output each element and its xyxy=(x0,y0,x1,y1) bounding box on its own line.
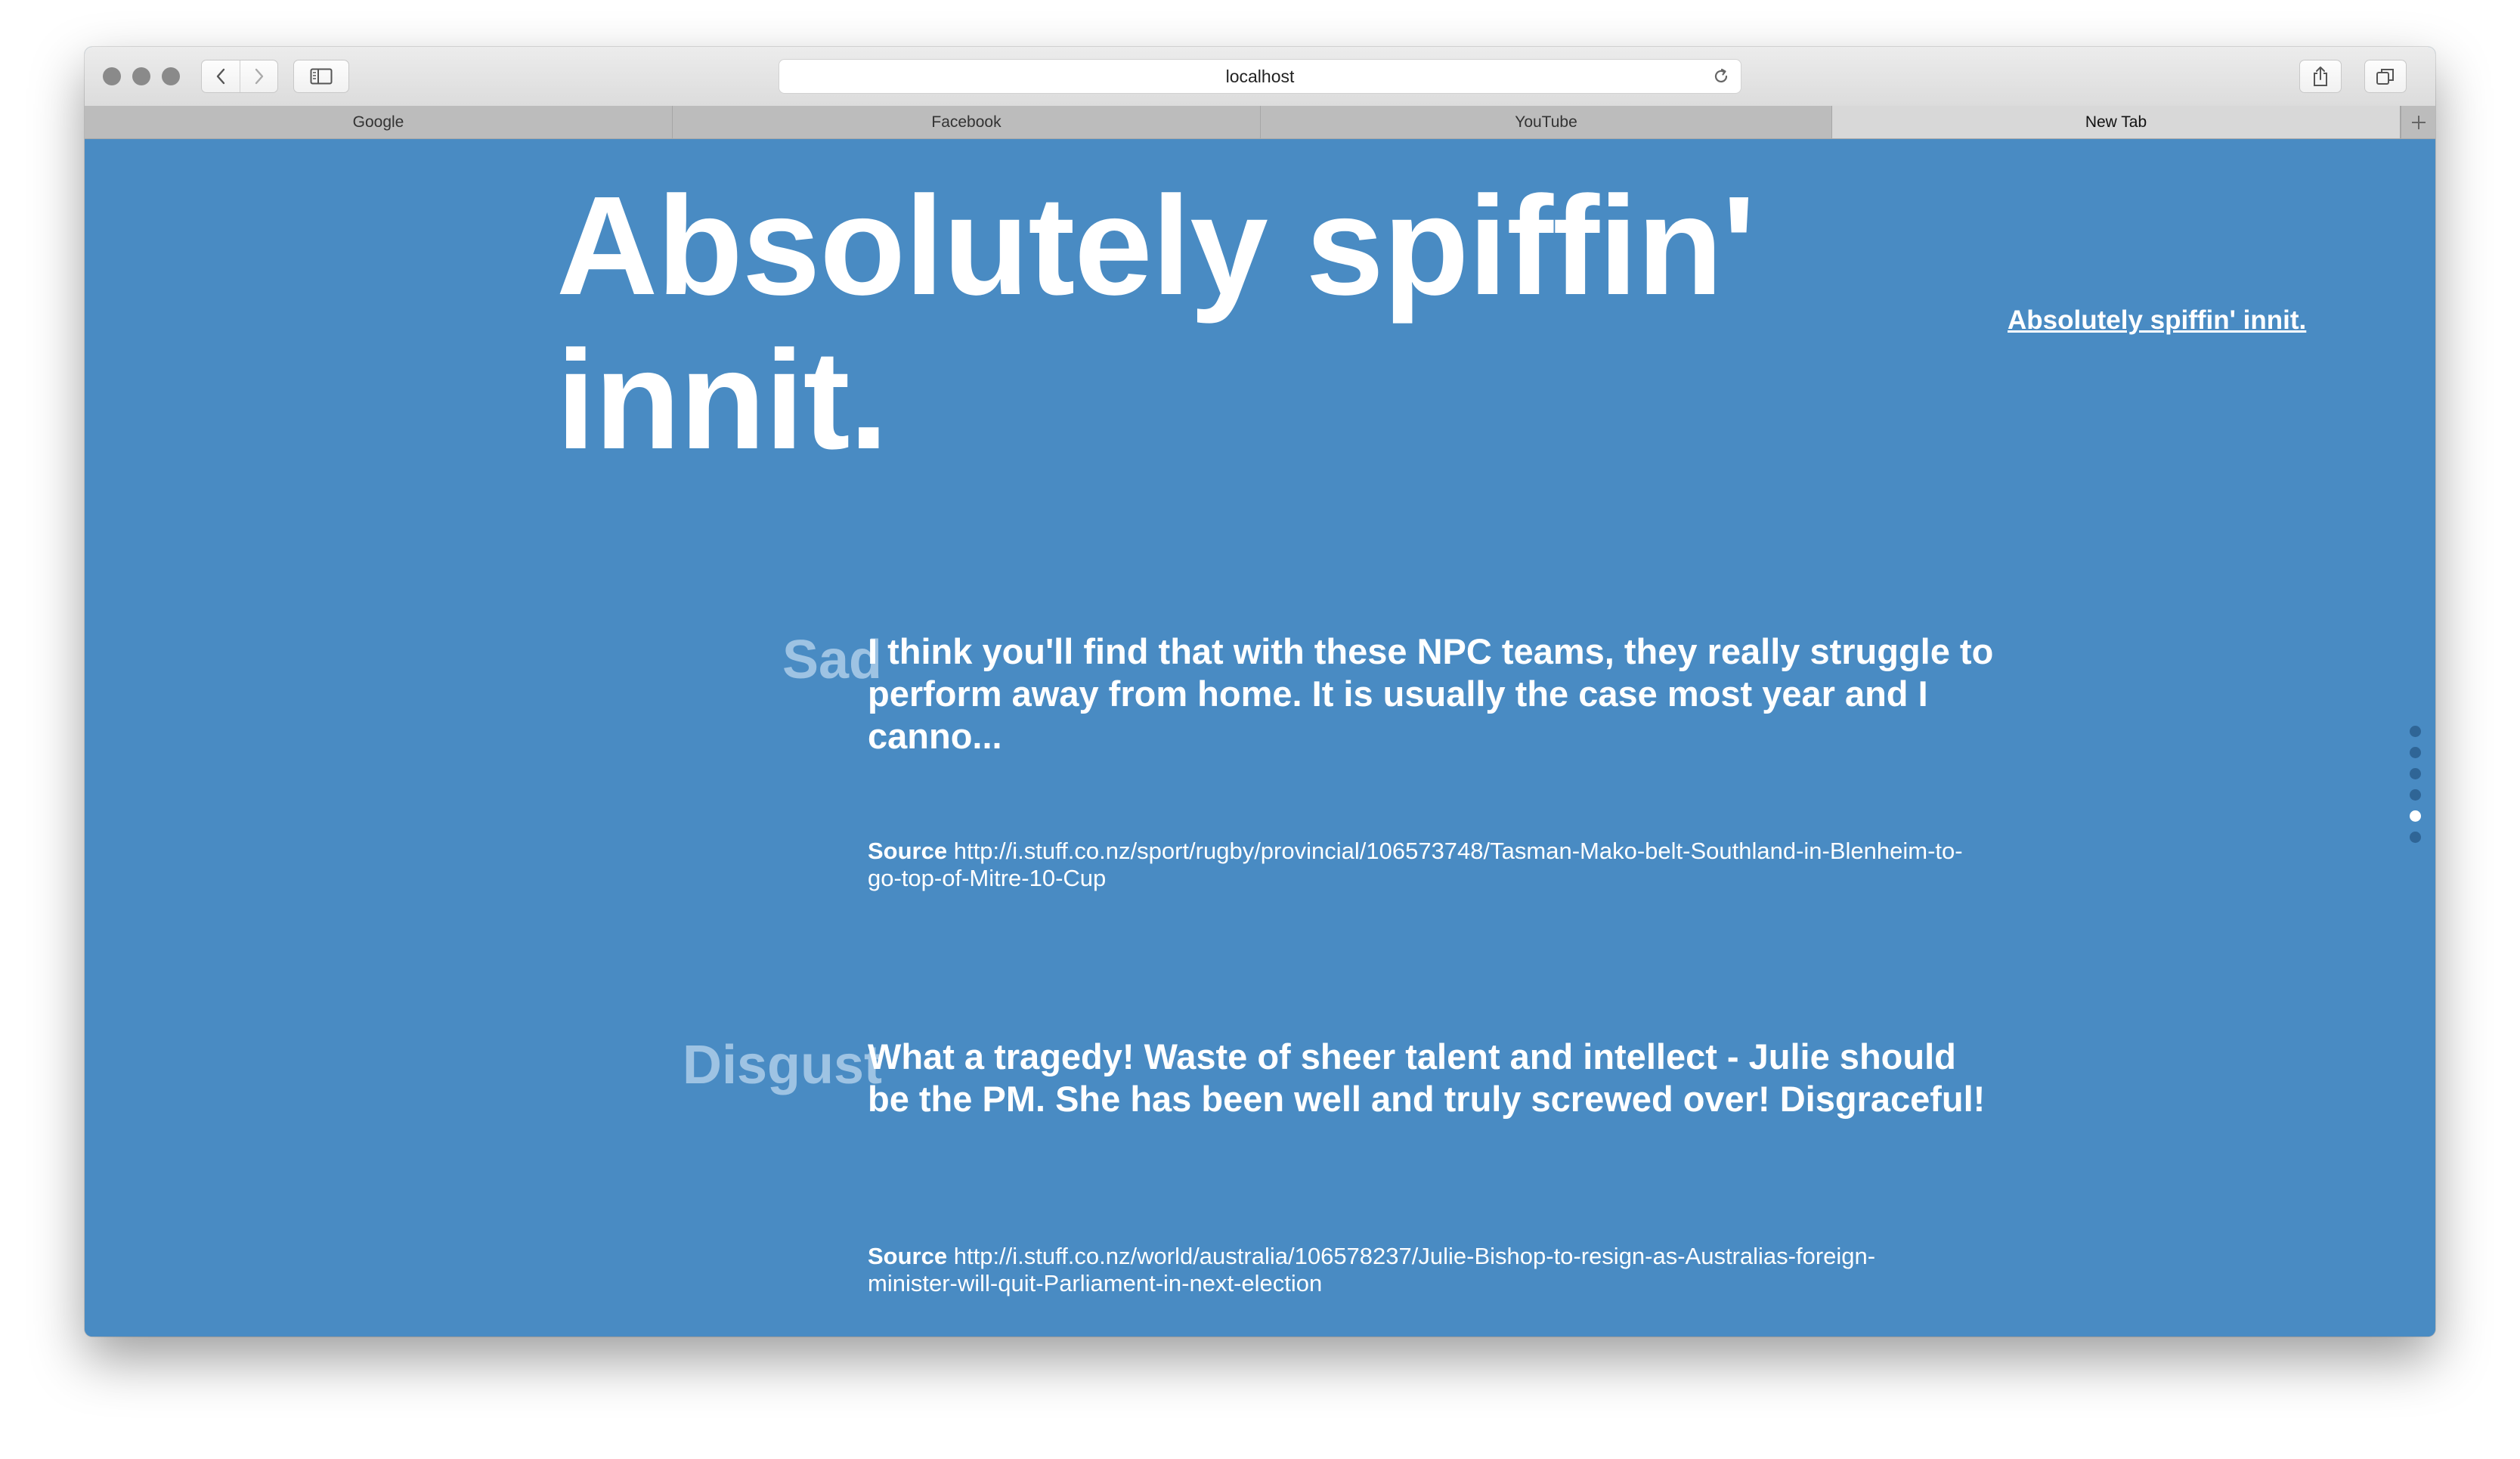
quote-text: I think you'll find that with these NPC … xyxy=(868,631,1994,756)
section-dot-active[interactable] xyxy=(2410,810,2421,822)
browser-toolbar: localhost xyxy=(85,47,2435,107)
page-title: Absolutely spiffin' innit. xyxy=(556,168,1756,479)
quote-text: What a tragedy! Waste of sheer talent an… xyxy=(868,1036,1986,1119)
header-link[interactable]: Absolutely spiffin' innit. xyxy=(2008,305,2306,336)
new-tab-button[interactable] xyxy=(2401,106,2435,138)
source-label: Source xyxy=(868,838,948,864)
source-url: http://i.stuff.co.nz/world/australia/106… xyxy=(868,1243,1876,1296)
minimize-window-icon[interactable] xyxy=(132,67,150,85)
section-dot-navigation xyxy=(2410,726,2422,853)
tab-bar: Google Facebook YouTube New Tab xyxy=(85,106,2435,139)
close-window-icon[interactable] xyxy=(103,67,121,85)
sidebar-toggle-button[interactable] xyxy=(293,60,349,93)
address-bar[interactable]: localhost xyxy=(779,59,1741,94)
forward-button[interactable] xyxy=(240,60,277,92)
source-url: http://i.stuff.co.nz/sport/rugby/provinc… xyxy=(868,838,1963,891)
source-line: Source http://i.stuff.co.nz/sport/rugby/… xyxy=(868,838,1964,892)
section-dot[interactable] xyxy=(2410,747,2421,758)
chevron-left-icon xyxy=(216,68,225,85)
emotion-label-disgust: Disgust xyxy=(682,1035,882,1095)
section-dot[interactable] xyxy=(2410,832,2421,843)
show-tabs-button[interactable] xyxy=(2364,60,2407,93)
tab-facebook[interactable]: Facebook xyxy=(673,106,1261,138)
zoom-window-icon[interactable] xyxy=(162,67,180,85)
sidebar-icon xyxy=(310,68,333,85)
tab-youtube[interactable]: YouTube xyxy=(1261,106,1832,138)
plus-icon xyxy=(2411,115,2426,129)
source-line: Source http://i.stuff.co.nz/world/austra… xyxy=(868,1243,1964,1297)
tabs-overview-icon xyxy=(2376,69,2394,85)
share-icon xyxy=(2314,67,2327,86)
chevron-right-icon xyxy=(255,68,264,85)
navigation-buttons xyxy=(201,60,278,93)
tab-new-tab[interactable]: New Tab xyxy=(1832,106,2401,138)
address-text: localhost xyxy=(1225,67,1295,86)
reload-icon[interactable] xyxy=(1712,67,1730,85)
section-dot[interactable] xyxy=(2410,726,2421,737)
browser-window: localhost Google Facebook YouTube New Ta… xyxy=(85,47,2435,1337)
tab-google[interactable]: Google xyxy=(85,106,673,138)
source-label: Source xyxy=(868,1243,948,1269)
section-dot[interactable] xyxy=(2410,789,2421,801)
back-button[interactable] xyxy=(202,60,240,92)
page-content: Absolutely spiffin' innit. Absolutely sp… xyxy=(85,139,2435,1337)
section-dot[interactable] xyxy=(2410,768,2421,779)
share-button[interactable] xyxy=(2299,60,2342,93)
